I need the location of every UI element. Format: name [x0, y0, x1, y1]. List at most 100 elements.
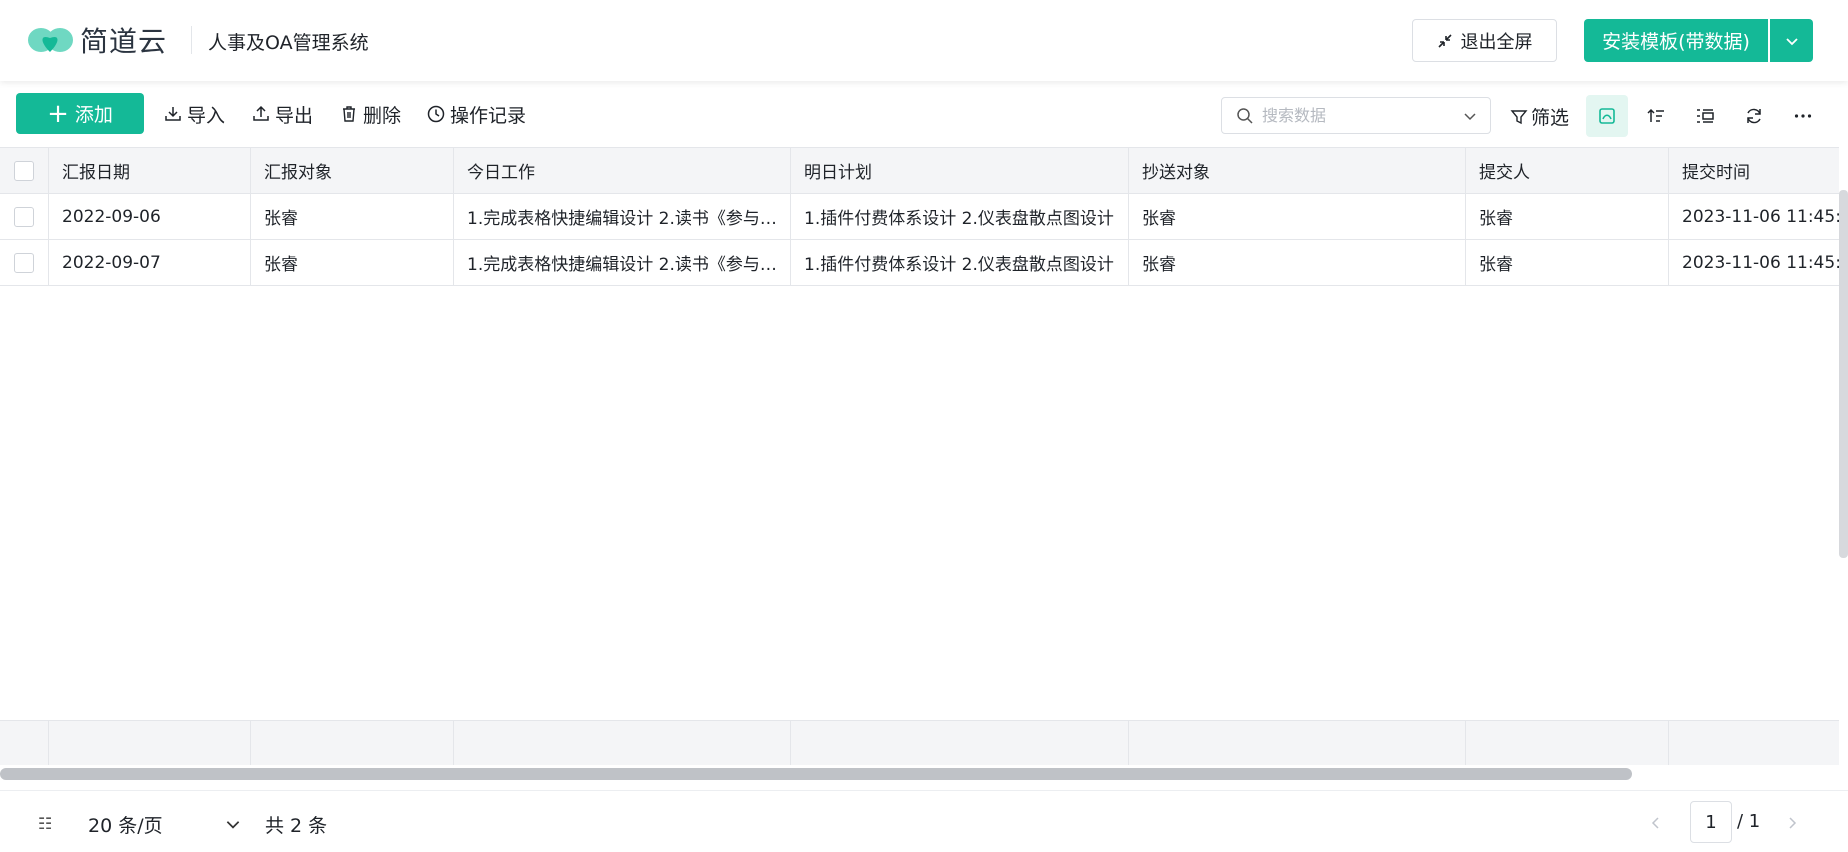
list-icon[interactable]: ☷	[38, 814, 52, 833]
toolbar: + 添加 导入 导出 删除 操作记录 搜索数据 筛选	[0, 81, 1848, 147]
table-cell[interactable]: 2023-11-06 11:45:22	[1669, 240, 1839, 285]
export-icon	[253, 105, 269, 121]
column-header[interactable]: 今日工作	[454, 148, 791, 193]
table-cell[interactable]: 2022-09-07	[49, 240, 251, 285]
install-template-button[interactable]: 安装模板(带数据)	[1584, 19, 1768, 62]
summary-cell	[1669, 721, 1839, 765]
table-cell[interactable]: 张睿	[1466, 240, 1669, 285]
summary-cell	[251, 721, 454, 765]
group-button[interactable]	[1684, 95, 1726, 137]
cell-text: 1.完成表格快捷编辑设计 2.读书《参与感》	[467, 255, 778, 275]
table-cell[interactable]: 张睿	[1466, 194, 1669, 239]
summary-cell	[0, 721, 49, 765]
column-header[interactable]: 明日计划	[791, 148, 1129, 193]
chevron-down-icon[interactable]	[224, 815, 242, 833]
chevron-down-icon[interactable]	[1462, 108, 1478, 124]
exit-fullscreen-button[interactable]: 退出全屏	[1412, 19, 1557, 62]
total-pages: / 1	[1737, 811, 1761, 832]
more-icon	[1794, 114, 1812, 118]
more-button[interactable]	[1782, 95, 1824, 137]
row-select-cell	[0, 194, 49, 239]
import-button[interactable]: 导入	[163, 101, 225, 127]
row-checkbox[interactable]	[14, 252, 34, 273]
app-title: 人事及OA管理系统	[208, 32, 369, 54]
table-cell[interactable]: 张睿	[251, 194, 454, 239]
summary-cell	[1466, 721, 1669, 765]
vertical-scrollbar[interactable]	[1839, 190, 1848, 558]
exit-fullscreen-label: 退出全屏	[1460, 31, 1533, 53]
table-row[interactable]: 2022-09-06 张睿 1.完成表格快捷编辑设计 2.读书《参与感》 1.插…	[0, 194, 1839, 240]
delete-label: 删除	[363, 104, 402, 127]
table-cell[interactable]: 1.完成表格快捷编辑设计 2.读书《参与感》	[454, 194, 791, 239]
horizontal-scrollbar[interactable]	[0, 768, 1632, 780]
logo-icon	[28, 28, 73, 52]
pagination-bar: ☷ 20 条/页 共 2 条 / 1	[0, 790, 1848, 852]
chevron-right-icon[interactable]	[1784, 815, 1800, 831]
logo-text: 简道云	[80, 25, 168, 58]
page-size-select[interactable]: 20 条/页	[88, 811, 163, 838]
column-header[interactable]: 汇报日期	[49, 148, 251, 193]
table-cell[interactable]: 张睿	[1129, 240, 1466, 285]
add-label: 添加	[74, 104, 113, 126]
cell-text: 1.完成表格快捷编辑设计 2.读书《参与感》	[467, 209, 778, 229]
summary-cell	[791, 721, 1129, 765]
divider	[191, 26, 192, 54]
trash-icon	[343, 106, 355, 122]
search-icon	[1237, 107, 1253, 124]
select-all-cell	[0, 148, 49, 193]
chevron-left-icon[interactable]	[1648, 815, 1664, 831]
page-number-input[interactable]	[1690, 801, 1732, 843]
table-row[interactable]: 2022-09-07 张睿 1.完成表格快捷编辑设计 2.读书《参与感》 1.插…	[0, 240, 1839, 286]
card-view-button[interactable]	[1586, 95, 1628, 137]
summary-row	[0, 720, 1839, 765]
delete-button[interactable]: 删除	[339, 101, 401, 127]
table-cell[interactable]: 1.完成表格快捷编辑设计 2.读书《参与感》	[454, 240, 791, 285]
table-cell[interactable]: 2022-09-06	[49, 194, 251, 239]
sort-button[interactable]	[1635, 95, 1677, 137]
top-header: 简道云 人事及OA管理系统 退出全屏 安装模板(带数据)	[0, 0, 1848, 81]
column-header[interactable]: 提交人	[1466, 148, 1669, 193]
group-icon	[1697, 109, 1714, 123]
clock-icon	[427, 105, 445, 123]
import-icon	[165, 107, 181, 121]
data-table: 汇报日期 汇报对象 今日工作 明日计划 抄送对象 提交人 提交时间 2022-0…	[0, 147, 1839, 765]
filter-icon	[1510, 109, 1528, 124]
table-cell[interactable]: 1.插件付费体系设计 2.仪表盘散点图设计	[791, 240, 1129, 285]
summary-cell	[454, 721, 791, 765]
total-count: 共 2 条	[265, 815, 328, 837]
summary-cell	[49, 721, 251, 765]
install-dropdown-button[interactable]	[1770, 19, 1813, 62]
plus-icon: +	[47, 98, 69, 129]
filter-label: 筛选	[1531, 107, 1570, 129]
table-header-row: 汇报日期 汇报对象 今日工作 明日计划 抄送对象 提交人 提交时间	[0, 148, 1839, 194]
export-label: 导出	[275, 104, 314, 127]
row-select-cell	[0, 240, 49, 285]
column-header[interactable]: 汇报对象	[251, 148, 454, 193]
logo[interactable]: 简道云	[26, 20, 167, 60]
add-button[interactable]: + 添加	[16, 93, 144, 134]
filter-button[interactable]: 筛选	[1510, 103, 1569, 130]
chevron-down-icon	[1785, 37, 1798, 45]
search-input[interactable]	[1262, 106, 1452, 125]
refresh-button[interactable]	[1733, 95, 1775, 137]
history-button[interactable]: 操作记录	[426, 101, 526, 127]
collapse-icon	[1437, 33, 1452, 48]
refresh-icon	[1747, 108, 1761, 124]
cell-text: 1.插件付费体系设计 2.仪表盘散点图设计	[804, 209, 1114, 229]
row-checkbox[interactable]	[14, 206, 34, 227]
search-box[interactable]	[1221, 97, 1491, 134]
column-header[interactable]: 提交时间	[1669, 148, 1839, 193]
table-cell[interactable]: 2023-11-06 11:45:22	[1669, 194, 1839, 239]
card-view-icon	[1599, 108, 1615, 124]
table-cell[interactable]: 1.插件付费体系设计 2.仪表盘散点图设计	[791, 194, 1129, 239]
summary-cell	[1129, 721, 1466, 765]
sort-icon	[1647, 108, 1664, 122]
import-label: 导入	[187, 104, 226, 127]
column-header[interactable]: 抄送对象	[1129, 148, 1466, 193]
export-button[interactable]: 导出	[251, 101, 313, 127]
table-cell[interactable]: 张睿	[1129, 194, 1466, 239]
history-label: 操作记录	[450, 104, 527, 127]
cell-text: 1.插件付费体系设计 2.仪表盘散点图设计	[804, 255, 1114, 275]
table-cell[interactable]: 张睿	[251, 240, 454, 285]
select-all-checkbox[interactable]	[14, 160, 34, 181]
